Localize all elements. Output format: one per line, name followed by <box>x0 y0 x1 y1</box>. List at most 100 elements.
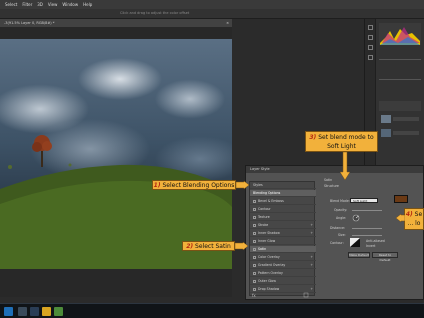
anti-aliased-checkbox[interactable]: Anti-aliased <box>366 239 385 243</box>
style-list-item[interactable]: Pattern Overlay <box>250 270 316 277</box>
style-list-label: Gradient Overlay <box>258 263 286 267</box>
fx-bottom-icons: fx <box>252 292 309 298</box>
opacity-slider[interactable] <box>352 210 382 211</box>
style-list-label: Bevel & Emboss <box>258 199 284 203</box>
menu-filter[interactable]: Filter <box>22 2 32 7</box>
contour-preview-icon[interactable] <box>350 238 360 247</box>
style-list-label: Contour <box>258 207 271 211</box>
add-style-icon[interactable]: + <box>310 263 313 267</box>
add-style-icon[interactable]: + <box>310 223 313 227</box>
reset-default-button[interactable]: Reset to Default <box>372 252 398 262</box>
style-list-item[interactable]: Stroke + <box>250 222 316 229</box>
task-view-icon[interactable] <box>18 307 27 316</box>
callout-2-text: Select Satin <box>195 243 231 250</box>
style-checkbox[interactable] <box>253 287 256 291</box>
style-list-label: Texture <box>258 215 270 219</box>
callout-2-number: 2) <box>186 243 194 250</box>
paragraph-icon[interactable] <box>368 55 373 60</box>
style-list-item[interactable]: Texture <box>250 214 316 221</box>
style-list-item[interactable]: Gradient Overlay + <box>250 262 316 269</box>
add-style-icon[interactable]: + <box>310 255 313 259</box>
style-list-label: Blending Options <box>253 191 281 195</box>
menu-help[interactable]: Help <box>83 2 92 7</box>
style-list-item[interactable]: Inner Glow <box>250 238 316 245</box>
menu-select[interactable]: Select <box>5 2 17 7</box>
style-list-item[interactable]: Styles <box>250 182 316 189</box>
make-default-button[interactable]: Make Default <box>348 252 370 258</box>
style-checkbox[interactable] <box>253 215 256 219</box>
style-checkbox[interactable] <box>253 263 256 267</box>
style-list-item[interactable]: Inner Shadow + <box>250 230 316 237</box>
brush-icon[interactable] <box>368 45 373 50</box>
start-icon[interactable] <box>4 307 13 316</box>
callout-3-text: Set blend mode to Soft Light <box>318 134 374 150</box>
document-tab[interactable]: -3(91.5% Layer 0, RGB/8#) * × <box>0 19 232 27</box>
options-bar <box>0 9 424 19</box>
callout-3-number: 3) <box>309 134 317 141</box>
invert-checkbox[interactable]: Invert <box>366 244 375 248</box>
style-checkbox[interactable] <box>253 207 256 211</box>
size-slider[interactable] <box>352 235 382 236</box>
history-icon[interactable] <box>368 25 373 30</box>
options-hint: Click and drag to adjust the color offse… <box>120 11 190 15</box>
style-checkbox[interactable] <box>253 231 256 235</box>
style-list-item[interactable]: Contour <box>250 206 316 213</box>
add-style-icon[interactable]: + <box>310 231 313 235</box>
callout-satin: 2) Select Satin <box>182 241 235 251</box>
callout-2-arrow-icon <box>235 242 249 250</box>
add-style-icon[interactable]: + <box>310 287 313 291</box>
style-list-label: Styles <box>253 183 263 187</box>
color-panel-graphic <box>379 23 421 137</box>
properties-icon[interactable] <box>368 35 373 40</box>
blend-mode-label: Blend Mode: <box>330 199 350 203</box>
satin-settings: Satin Structure Blend Mode: Soft Light O… <box>322 178 420 288</box>
blend-mode-select[interactable]: Soft Light <box>350 198 378 203</box>
menu-window[interactable]: Window <box>62 2 78 7</box>
style-list-label: Inner Glow <box>258 239 276 243</box>
style-list-label: Inner Shadow <box>258 231 280 235</box>
style-list-item[interactable]: Outer Glow <box>250 278 316 285</box>
style-list-item[interactable]: Color Overlay + <box>250 254 316 261</box>
document-title: -3(91.5% Layer 0, RGB/8#) * <box>4 21 55 25</box>
menu-3d[interactable]: 3D <box>37 2 43 7</box>
style-checkbox[interactable] <box>253 255 256 259</box>
callout-blending-options: 1) Select Blending Options <box>152 180 236 190</box>
close-icon[interactable]: × <box>226 21 229 25</box>
canvas-area[interactable] <box>0 27 232 297</box>
dialog-title: Layer Style <box>246 166 423 173</box>
style-list-label: Satin <box>258 247 267 251</box>
distance-slider[interactable] <box>352 228 382 229</box>
style-list-label: Stroke <box>258 223 269 227</box>
style-checkbox[interactable] <box>253 271 256 275</box>
satin-color-swatch[interactable] <box>394 195 408 203</box>
style-checkbox[interactable] <box>253 239 256 243</box>
style-list-item[interactable]: Satin <box>250 246 316 253</box>
callout-4-number: 4) <box>405 211 413 218</box>
style-checkbox[interactable] <box>253 199 256 203</box>
callout-1-number: 1) <box>153 182 161 189</box>
style-list-label: Color Overlay <box>258 255 280 259</box>
contour-label: Contour: <box>330 241 344 245</box>
style-list-label: Pattern Overlay <box>258 271 283 275</box>
style-list-item[interactable]: Blending Options <box>250 190 316 197</box>
angle-dial-icon[interactable] <box>352 214 360 222</box>
style-list-label: Drop Shadow <box>258 287 280 291</box>
style-list: Styles Blending Options Bevel & Emboss Cont… <box>249 181 316 296</box>
layer-style-dialog: Layer Style Styles Blending Options Bevel … <box>245 165 424 300</box>
taskbar <box>0 303 424 318</box>
app-taskbar-icon[interactable] <box>54 307 63 316</box>
section-subtitle: Structure <box>324 184 339 188</box>
photoshop-taskbar-icon[interactable] <box>30 307 39 316</box>
callout-1-text: Select Blending Options <box>162 182 235 189</box>
style-checkbox[interactable] <box>253 247 256 251</box>
svg-text:fx: fx <box>252 293 256 298</box>
style-checkbox[interactable] <box>253 223 256 227</box>
explorer-taskbar-icon[interactable] <box>42 307 51 316</box>
menu-view[interactable]: View <box>48 2 58 7</box>
landscape-photo <box>0 39 232 269</box>
style-checkbox[interactable] <box>253 279 256 283</box>
style-list-label: Outer Glow <box>258 279 276 283</box>
callout-color: 4) Se ... lo <box>404 208 424 230</box>
style-list-item[interactable]: Bevel & Emboss <box>250 198 316 205</box>
size-label: Size: <box>338 233 346 237</box>
